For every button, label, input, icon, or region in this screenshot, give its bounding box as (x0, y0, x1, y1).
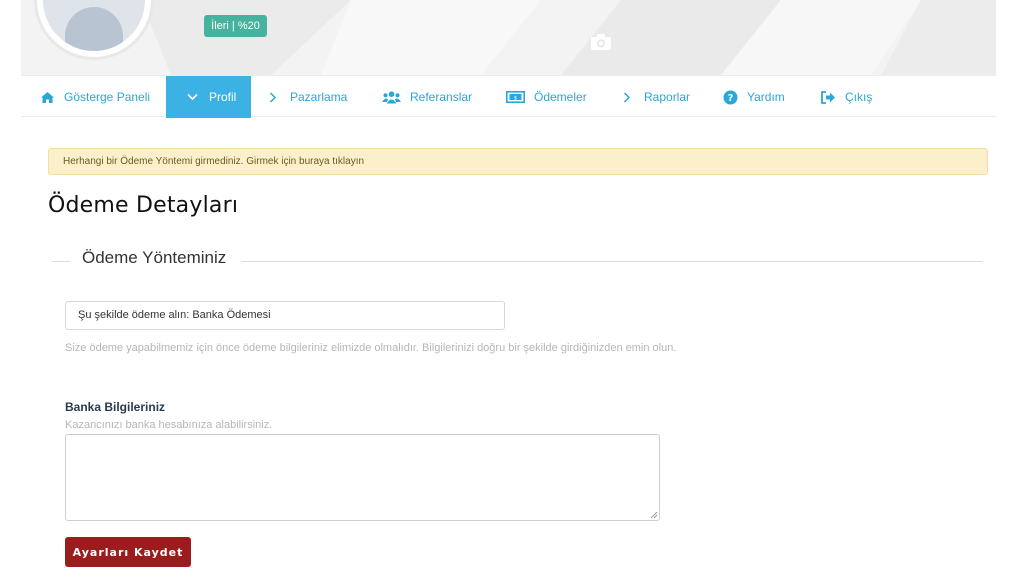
bank-info-label: Banka Bilgileriniz (65, 400, 166, 414)
camera-icon[interactable] (590, 34, 612, 51)
profile-cover: İleri | %20 (21, 0, 996, 75)
nav-item-label: Çıkış (845, 90, 873, 104)
nav-item-logout[interactable]: Çıkış (820, 76, 872, 118)
chevron-right-icon (265, 89, 281, 105)
nav-item-label: Yardım (747, 90, 785, 104)
question-circle-icon: ? (722, 89, 738, 105)
nav-item-label: Raporlar (644, 90, 691, 104)
save-settings-button[interactable]: Ayarları Kaydet (65, 537, 191, 567)
nav-item-dashboard[interactable]: Gösterge Paneli (39, 76, 150, 118)
main-nav: Gösterge Paneli Profil Pazarlama Referan… (21, 75, 996, 118)
nav-item-reports[interactable]: Raporlar (619, 76, 690, 118)
page-title: Ödeme Detayları (48, 193, 239, 218)
money-icon: $ (505, 89, 525, 105)
cover-pattern (141, 0, 996, 75)
svg-text:?: ? (727, 93, 733, 104)
nav-item-help[interactable]: ? Yardım (722, 76, 785, 118)
nav-item-label: Pazarlama (290, 90, 348, 104)
nav-item-label: Profil (209, 90, 237, 104)
users-icon (381, 89, 401, 105)
chevron-right-icon (619, 89, 635, 105)
bank-info-textarea[interactable] (65, 434, 660, 521)
payment-method-help: Size ödeme yapabilmemiz için önce ödeme … (65, 342, 677, 354)
section-legend: Ödeme Yönteminiz (82, 248, 227, 267)
nav-item-label: Ödemeler (534, 90, 587, 104)
nav-item-label: Gösterge Paneli (64, 90, 151, 104)
chevron-down-icon (184, 89, 200, 105)
level-badge: İleri | %20 (204, 15, 267, 37)
payment-method-field[interactable]: Şu şekilde ödeme alın: Banka Ödemesi (65, 301, 505, 330)
nav-item-payments[interactable]: $ Ödemeler (505, 76, 587, 118)
legend-divider (241, 261, 983, 262)
resize-grip-icon[interactable] (650, 511, 658, 519)
svg-text:$: $ (513, 95, 517, 101)
payment-method-alert[interactable]: Herhangi bir Ödeme Yöntemi girmediniz. G… (48, 148, 988, 175)
home-icon (39, 89, 55, 105)
bank-info-help: Kazancınızı banka hesabınıza alabilirsin… (65, 419, 273, 431)
sign-out-icon (820, 89, 836, 105)
avatar-placeholder-icon (43, 0, 145, 51)
nav-item-profile[interactable]: Profil (166, 76, 251, 118)
nav-item-label: Referanslar (410, 90, 473, 104)
nav-item-referrals[interactable]: Referanslar (381, 76, 472, 118)
nav-item-marketing[interactable]: Pazarlama (265, 76, 347, 118)
legend-divider (52, 261, 70, 262)
